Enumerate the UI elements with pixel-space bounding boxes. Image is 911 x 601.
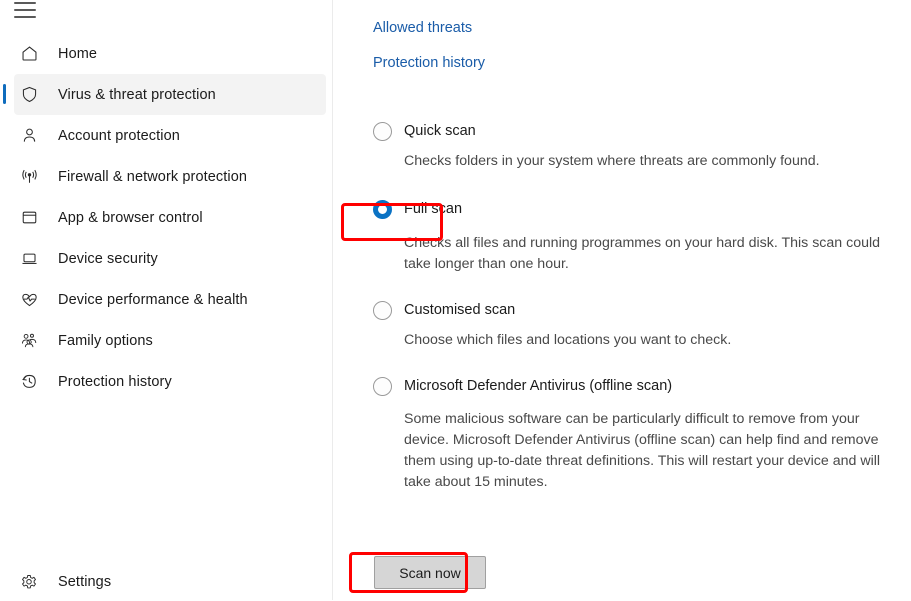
windows-security-window: Home Virus & threat protection Account p… — [0, 0, 911, 600]
radio-full-scan[interactable]: Full scan — [373, 194, 893, 224]
sidebar-item-device-security[interactable]: Device security — [14, 238, 326, 279]
scan-option-description: Checks all files and running programmes … — [404, 235, 881, 272]
radio-circle-icon — [373, 300, 392, 320]
sidebar-item-label: Settings — [58, 574, 112, 590]
hamburger-line — [14, 16, 36, 18]
radio-offline-scan[interactable]: Microsoft Defender Antivirus (offline sc… — [373, 373, 893, 399]
scan-option-description: Some malicious software can be particula… — [404, 411, 881, 490]
radio-quick-scan[interactable]: Quick scan — [373, 118, 893, 144]
scan-option-offline-scan: Microsoft Defender Antivirus (offline sc… — [373, 373, 893, 493]
radio-circle-icon — [373, 376, 392, 396]
heartbeat-icon — [14, 290, 44, 309]
sidebar-item-label: Protection history — [58, 373, 172, 390]
link-protection-history[interactable]: Protection history — [373, 55, 485, 71]
scan-option-full-scan: Full scan Checks all files and running p… — [373, 194, 893, 275]
radio-customised-scan[interactable]: Customised scan — [373, 297, 893, 323]
sidebar-item-label: Family options — [58, 332, 153, 349]
hamburger-menu-icon[interactable] — [14, 0, 42, 24]
scan-option-label: Quick scan — [404, 123, 476, 139]
gear-icon — [14, 573, 44, 591]
scan-options-group: Quick scan Checks folders in your system… — [373, 118, 893, 493]
scan-option-description: Checks folders in your system where thre… — [404, 153, 820, 169]
sidebar-item-settings[interactable]: Settings — [14, 563, 347, 601]
people-group-icon — [14, 331, 44, 350]
scan-option-label: Full scan — [404, 201, 463, 217]
sidebar-item-home[interactable]: Home — [14, 33, 326, 74]
laptop-icon — [14, 249, 44, 268]
sidebar-item-label: App & browser control — [58, 209, 203, 226]
wifi-signal-icon — [14, 167, 44, 186]
scan-option-customised-scan: Customised scan Choose which files and l… — [373, 297, 893, 351]
sidebar-item-label: Home — [58, 45, 98, 62]
sidebar-item-device-performance-health[interactable]: Device performance & health — [14, 279, 326, 320]
scan-option-description: Choose which files and locations you wan… — [404, 332, 732, 348]
shield-icon — [14, 85, 44, 104]
sidebar-item-label: Virus & threat protection — [58, 86, 216, 103]
link-allowed-threats[interactable]: Allowed threats — [373, 20, 472, 36]
sidebar-nav-list: Home Virus & threat protection Account p… — [0, 33, 333, 402]
sidebar-item-protection-history[interactable]: Protection history — [14, 361, 326, 402]
link-allowed-threats-row: Allowed threats — [373, 20, 472, 36]
sidebar-item-virus-threat-protection[interactable]: Virus & threat protection — [3, 74, 326, 115]
sidebar-item-label: Account protection — [58, 127, 180, 144]
radio-circle-icon — [373, 121, 392, 141]
navigation-sidebar: Home Virus & threat protection Account p… — [0, 0, 333, 600]
scan-option-label: Microsoft Defender Antivirus (offline sc… — [404, 378, 673, 394]
link-protection-history-row: Protection history — [373, 55, 485, 71]
scan-option-label: Customised scan — [404, 302, 516, 318]
scan-now-button[interactable]: Scan now — [374, 556, 486, 589]
sidebar-item-label: Firewall & network protection — [58, 168, 248, 185]
home-icon — [14, 44, 44, 63]
hamburger-line — [14, 2, 36, 4]
window-app-icon — [14, 208, 44, 227]
sidebar-item-label: Device performance & health — [58, 291, 248, 308]
scan-option-quick-scan: Quick scan Checks folders in your system… — [373, 118, 893, 172]
sidebar-item-label: Device security — [58, 250, 158, 267]
hamburger-line — [14, 9, 36, 11]
clock-history-icon — [14, 372, 44, 391]
sidebar-item-app-browser-control[interactable]: App & browser control — [14, 197, 326, 238]
sidebar-item-account-protection[interactable]: Account protection — [14, 115, 326, 156]
sidebar-item-firewall-network-protection[interactable]: Firewall & network protection — [14, 156, 326, 197]
sidebar-item-family-options[interactable]: Family options — [14, 320, 326, 361]
person-icon — [14, 126, 44, 145]
radio-circle-icon — [373, 199, 392, 219]
main-content: Allowed threats Protection history Quick… — [333, 0, 911, 600]
